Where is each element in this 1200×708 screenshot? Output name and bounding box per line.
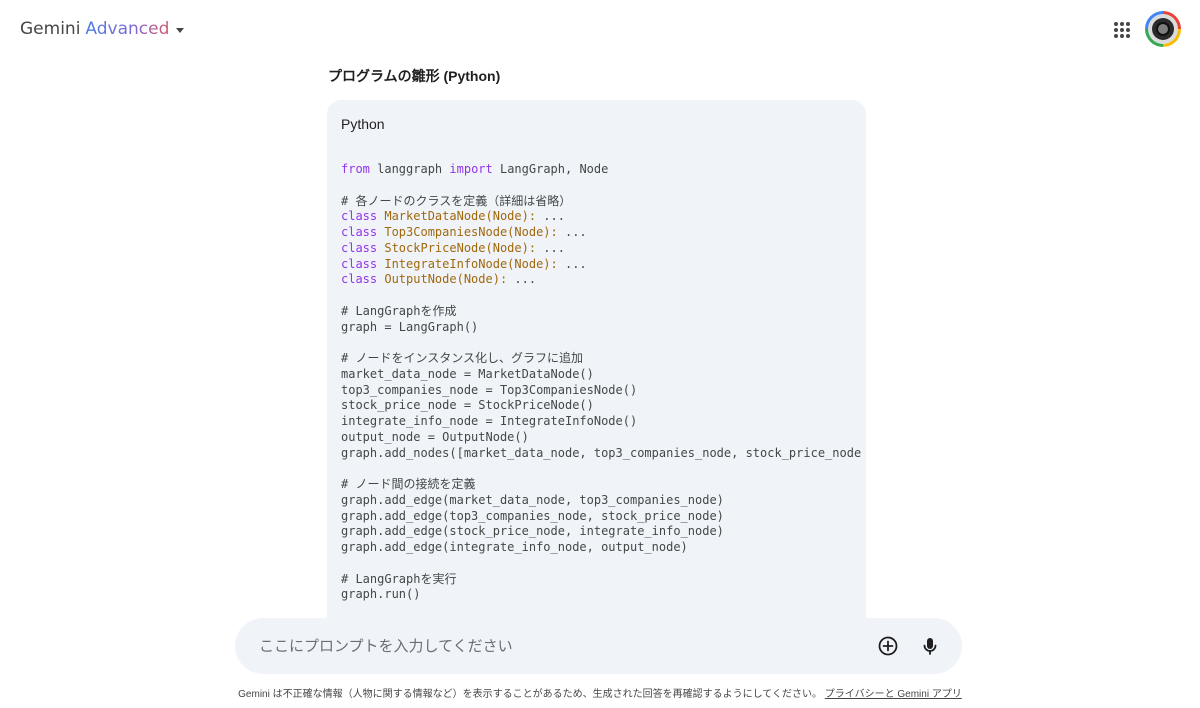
apps-grid-icon[interactable] (1108, 16, 1136, 44)
code-token: ... (557, 225, 587, 239)
code-line: graph.add_edge(top3_companies_node, stoc… (341, 509, 866, 525)
code-token: # ノード間の接続を定義 (341, 477, 476, 491)
code-line: # 各ノードのクラスを定義（詳細は省略） (341, 194, 866, 210)
code-token: class (341, 272, 378, 287)
privacy-link[interactable]: プライバシーと Gemini アプリ (825, 689, 962, 700)
code-token: IntegrateInfoNode(Node): (384, 256, 558, 271)
code-line: from langgraph import LangGraph, Node (341, 162, 866, 178)
code-token: class (341, 240, 378, 255)
footer-disclaimer: Gemini は不正確な情報（人物に関する情報など）を表示することがあるため、生… (0, 685, 1200, 700)
code-line: # ノードをインスタンス化し、グラフに追加 (341, 351, 866, 367)
code-line: class IntegrateInfoNode(Node): ... (341, 257, 866, 273)
code-token: integrate_info_node = IntegrateInfoNode(… (341, 414, 638, 428)
code-token: stock_price_node = StockPriceNode() (341, 398, 594, 413)
code-line: class OutputNode(Node): ... (341, 272, 866, 288)
code-line: # LangGraphを実行 (341, 572, 866, 588)
code-token: # LangGraphを実行 (341, 571, 457, 586)
code-token: LangGraph, Node (492, 162, 609, 176)
code-token: graph.run() (341, 587, 421, 602)
account-avatar[interactable] (1145, 11, 1181, 47)
response-heading: プログラムの雛形 (Python) (328, 68, 501, 84)
code-token: graph.add_edge(top3_companies_node, stoc… (341, 508, 724, 523)
top-bar: Gemini Advanced (0, 0, 1200, 60)
code-token: market_data_node = MarketDataNode() (341, 366, 594, 381)
code-token: from (341, 162, 370, 176)
code-line: graph = LangGraph() (341, 320, 866, 336)
code-token: ... (507, 272, 537, 287)
brand-tier: Advanced (85, 19, 170, 39)
code-line: graph.add_edge(stock_price_node, integra… (341, 524, 866, 540)
code-line: market_data_node = MarketDataNode() (341, 367, 866, 383)
code-token: # 各ノードのクラスを定義（詳細は省略） (341, 193, 572, 208)
code-token: graph.add_nodes([market_data_node, top3_… (341, 445, 862, 460)
code-line: graph.add_edge(integrate_info_node, outp… (341, 540, 866, 556)
code-token: StockPriceNode(Node): (384, 240, 537, 255)
microphone-icon[interactable] (914, 630, 946, 662)
add-circle-icon[interactable] (872, 630, 904, 662)
code-line: top3_companies_node = Top3CompaniesNode(… (341, 383, 866, 399)
code-token: OutputNode(Node): (384, 272, 508, 287)
prompt-input[interactable] (259, 618, 859, 674)
code-line: output_node = OutputNode() (341, 430, 866, 446)
code-token: output_node = OutputNode() (341, 429, 529, 444)
code-token: Top3CompaniesNode(Node): (384, 225, 558, 239)
model-switcher[interactable]: Gemini Advanced (20, 19, 185, 39)
code-line: class StockPriceNode(Node): ... (341, 241, 866, 257)
code-token: MarketDataNode(Node): (384, 209, 537, 224)
code-token: top3_companies_node = Top3CompaniesNode(… (341, 382, 638, 397)
code-line: graph.add_edge(market_data_node, top3_co… (341, 493, 866, 509)
code-token: class (341, 209, 378, 224)
code-line: class MarketDataNode(Node): ... (341, 209, 866, 225)
code-token: graph = LangGraph() (341, 319, 479, 334)
caret-down-icon (176, 27, 185, 33)
code-content: from langgraph import LangGraph, Node # 各… (341, 162, 866, 603)
code-token: ... (536, 240, 565, 255)
code-token: ... (557, 256, 587, 271)
code-token: import (449, 162, 493, 176)
disclaimer-text: Gemini は不正確な情報（人物に関する情報など）を表示することがあるため、生… (238, 689, 823, 700)
code-token: graph.add_edge(stock_price_node, integra… (341, 524, 724, 539)
code-line: stock_price_node = StockPriceNode() (341, 398, 866, 414)
code-line: graph.add_nodes([market_data_node, top3_… (341, 446, 866, 462)
code-token: # LangGraphを作成 (341, 303, 457, 318)
code-line: class Top3CompaniesNode(Node): ... (341, 225, 866, 241)
code-language-label: Python (341, 116, 385, 132)
prompt-bar (235, 618, 962, 674)
code-line: # LangGraphを作成 (341, 304, 866, 320)
code-token: graph.add_edge(integrate_info_node, outp… (341, 540, 688, 554)
code-token: # ノードをインスタンス化し、グラフに追加 (341, 351, 583, 365)
code-token: class (341, 256, 378, 271)
code-line: graph.run() (341, 587, 866, 603)
code-token: ... (536, 209, 565, 224)
code-block: Python from langgraph import LangGraph, … (327, 100, 866, 630)
code-line: # ノード間の接続を定義 (341, 477, 866, 493)
code-token: graph.add_edge(market_data_node, top3_co… (341, 492, 724, 507)
brand-name: Gemini (20, 19, 81, 39)
code-token: class (341, 225, 378, 239)
code-line: integrate_info_node = IntegrateInfoNode(… (341, 414, 866, 430)
avatar-image (1148, 14, 1178, 44)
code-token: langgraph (369, 162, 450, 176)
